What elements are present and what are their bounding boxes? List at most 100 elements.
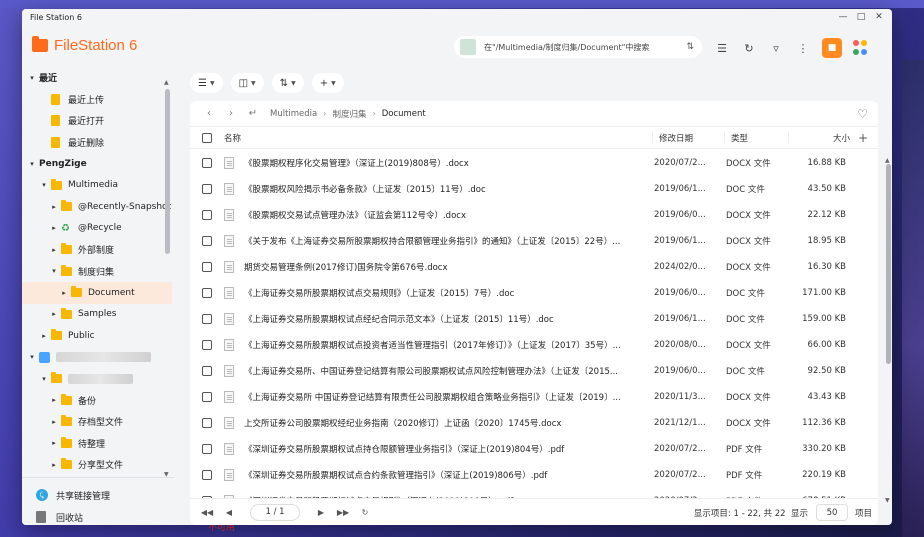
sidebar-item[interactable]: 最近删除 — [22, 132, 172, 154]
table-row[interactable]: 《股票期权交易试点管理办法》（证监会第112号令）.docx 2019/06/0.… — [190, 202, 878, 228]
back-icon[interactable]: ‹ — [198, 108, 220, 119]
chevron-down-icon[interactable]: ▾ — [28, 160, 36, 168]
row-checkbox[interactable] — [202, 314, 212, 324]
table-row[interactable]: 《股票期权风险揭示书必备条款》（上证发〔2015〕11号）.doc 2019/06… — [190, 176, 878, 202]
row-checkbox[interactable] — [202, 470, 212, 480]
forward-icon[interactable]: › — [220, 108, 242, 119]
sidebar-item[interactable]: 最近打开 — [22, 110, 172, 132]
row-checkbox[interactable] — [202, 184, 212, 194]
breadcrumb-item[interactable]: 制度归集 — [332, 108, 366, 120]
chevron-down-icon[interactable]: ▾ — [40, 181, 48, 189]
file-name[interactable]: 上交所证券公司股票期权经纪业务指南（2020修订）上证函〔2020〕1745号.… — [244, 417, 648, 429]
select-all-checkbox[interactable] — [202, 132, 212, 143]
refresh-page-icon[interactable]: ↻ — [354, 508, 376, 517]
minimize-icon[interactable]: — — [838, 12, 848, 22]
table-row[interactable]: 《上海证券交易所股票期权试点经纪合同示范文本》（上证发〔2015〕11号）.do… — [190, 306, 878, 332]
table-row[interactable]: 《关于发布《上海证券交易所股票期权持合限额管理业务指引》的通知》（上证发〔201… — [190, 228, 878, 254]
file-name[interactable]: 《深圳证券交易所股票期权试点持仓限额管理业务指引》（深证上(2019)804号）… — [244, 443, 648, 455]
sidebar-item[interactable]: ▸ 外部制度 — [22, 239, 172, 261]
sidebar-item[interactable]: ▸ 待整理 — [22, 433, 172, 455]
sidebar-scrollbar[interactable]: ▲ ▼ — [164, 79, 170, 479]
chevron-down-icon[interactable]: ▾ — [40, 375, 48, 383]
file-name[interactable]: 《股票期权风险揭示书必备条款》（上证发〔2015〕11号）.doc — [244, 183, 648, 195]
row-checkbox[interactable] — [202, 158, 212, 168]
page-input[interactable]: 1 / 1 — [250, 503, 300, 521]
sidebar-item[interactable]: ▸ 存档型文件 — [22, 411, 172, 433]
chevron-right-icon[interactable]: ▸ — [50, 246, 58, 254]
last-page-icon[interactable]: ▶▶ — [332, 508, 354, 517]
sidebar-item[interactable]: ▾ Multimedia — [22, 175, 172, 197]
background-task-icon[interactable]: ☰ — [714, 40, 730, 56]
search-box[interactable]: 在"/Multimedia/制度归集/Document"中搜索 ⇅ — [454, 36, 702, 58]
list-scroll-down-icon[interactable]: ▼ — [885, 497, 890, 504]
maximize-icon[interactable]: □ — [856, 12, 866, 22]
sidebar-item[interactable]: ▸ Samples — [22, 304, 172, 326]
table-row[interactable]: 《上海证券交易所股票期权试点交易规则》（上证发〔2015〕7号）.doc 2019… — [190, 280, 878, 306]
file-name[interactable]: 《股票期权交易试点管理办法》（证监会第112号令）.docx — [244, 209, 648, 221]
list-view-button[interactable]: ☰ ▼ — [190, 73, 223, 93]
file-name[interactable]: 期货交易管理条例(2017修订)国务院令第676号.docx — [244, 261, 648, 273]
chevron-right-icon[interactable]: ▸ — [50, 203, 58, 211]
sort-button[interactable]: ⇅ ▼ — [271, 73, 304, 93]
file-name[interactable]: 《上海证券交易所股票期权试点投资者适当性管理指引（2017年修订）》（上证发〔2… — [244, 339, 648, 351]
file-name[interactable]: 《上海证券交易所 中国证券登记结算有限责任公司股票期权组合策略业务指引》（上证发… — [244, 391, 648, 403]
file-name[interactable]: 《关于发布《上海证券交易所股票期权持合限额管理业务指引》的通知》（上证发〔201… — [244, 235, 648, 247]
add-button[interactable]: + ▼ — [311, 73, 344, 93]
sidebar-item[interactable]: ▸ Public — [22, 325, 172, 347]
table-row[interactable]: 期货交易管理条例(2017修订)国务院令第676号.docx 2024/02/0.… — [190, 254, 878, 280]
file-name[interactable]: 《股票期权程序化交易管理》（深证上(2019)808号）.docx — [244, 157, 648, 169]
row-checkbox[interactable] — [202, 236, 212, 246]
add-column-icon[interactable]: + — [854, 131, 872, 145]
sidebar-item[interactable]: ▾ — [22, 368, 172, 390]
table-row[interactable]: 《上海证券交易所 中国证券登记结算有限责任公司股票期权组合策略业务指引》（上证发… — [190, 384, 878, 410]
sidebar-item[interactable]: ▸ @Recently-Snapshot — [22, 196, 172, 218]
refresh-icon[interactable]: ↻ — [741, 40, 757, 56]
sidebar-item[interactable]: ▸ 备份 — [22, 390, 172, 412]
file-name[interactable]: 《上海证券交易所股票期权试点经纪合同示范文本》（上证发〔2015〕11号）.do… — [244, 313, 648, 325]
search-placeholder[interactable]: 在"/Multimedia/制度归集/Document"中搜索 — [484, 42, 686, 53]
table-row[interactable]: 上交所证券公司股票期权经纪业务指南（2020修订）上证函〔2020〕1745号.… — [190, 410, 878, 436]
sidebar-section[interactable]: ▾ PengZige — [22, 153, 172, 175]
sidebar-item[interactable]: ▾ 制度归集 — [22, 261, 172, 283]
table-row[interactable]: 《上海证券交易所、中国证券登记结算有限公司股票期权试点风险控制管理办法》（上证发… — [190, 358, 878, 384]
chevron-right-icon[interactable]: ▸ — [50, 224, 58, 232]
parent-folder-icon[interactable]: ↵ — [242, 108, 264, 119]
sidebar-item[interactable]: ▾ — [22, 347, 172, 369]
chevron-right-icon[interactable]: ▸ — [60, 289, 68, 297]
table-row[interactable]: 《深圳证券交易所股票期权试点持仓限额管理业务指引》（深证上(2019)804号）… — [190, 436, 878, 462]
row-checkbox[interactable] — [202, 392, 212, 402]
row-checkbox[interactable] — [202, 340, 212, 350]
file-name[interactable]: 《深圳证券交易所股票期权试点合约条款管理指引》（深证上(2019)806号）.p… — [244, 469, 648, 481]
perpage-select[interactable]: 50 — [816, 504, 848, 521]
chevron-right-icon[interactable]: ▸ — [50, 461, 58, 469]
first-page-icon[interactable]: ◀◀ — [196, 508, 218, 517]
breadcrumb-item[interactable]: Multimedia — [270, 109, 317, 119]
next-page-icon[interactable]: ▶ — [310, 508, 332, 517]
close-icon[interactable]: ✕ — [874, 12, 884, 22]
filter-icon[interactable]: ▿ — [768, 40, 784, 56]
filestation-app-icon[interactable]: ■ — [822, 38, 842, 58]
file-name[interactable]: 《上海证券交易所股票期权试点交易规则》（上证发〔2015〕7号）.doc — [244, 287, 648, 299]
sidebar-item[interactable]: ▸ Document — [22, 282, 172, 304]
header-size[interactable]: 大小 — [788, 131, 854, 144]
chevron-right-icon[interactable]: ▸ — [50, 310, 58, 318]
chevron-right-icon[interactable]: ▸ — [50, 396, 58, 404]
chevron-down-icon[interactable]: ▾ — [28, 74, 36, 82]
row-checkbox[interactable] — [202, 366, 212, 376]
header-name[interactable]: 名称 — [224, 132, 652, 144]
table-row[interactable]: 《上海证券交易所股票期权试点投资者适当性管理指引（2017年修订）》（上证发〔2… — [190, 332, 878, 358]
row-checkbox[interactable] — [202, 262, 212, 272]
prev-page-icon[interactable]: ◀ — [218, 508, 240, 517]
more-icon[interactable]: ⋮ — [795, 40, 811, 56]
row-checkbox[interactable] — [202, 288, 212, 298]
scroll-up-icon[interactable]: ▲ — [164, 79, 169, 86]
table-row[interactable]: 《深圳证券交易所股票期权试点合约条款管理指引》（深证上(2019)806号）.p… — [190, 462, 878, 488]
row-checkbox[interactable] — [202, 444, 212, 454]
row-checkbox[interactable] — [202, 210, 212, 220]
file-name[interactable]: 《上海证券交易所、中国证券登记结算有限公司股票期权试点风险控制管理办法》（上证发… — [244, 365, 648, 377]
chevron-right-icon[interactable]: ▸ — [50, 418, 58, 426]
header-modified[interactable]: 修改日期 — [652, 131, 724, 144]
recycle-bin[interactable]: 回收站 — [22, 506, 174, 525]
table-row[interactable]: 《深圳证券交易所股票期权试点交易规则》（深证上(2019)800号）.pdf20… — [190, 488, 878, 498]
search-filter-icon[interactable]: ⇅ — [686, 42, 694, 52]
